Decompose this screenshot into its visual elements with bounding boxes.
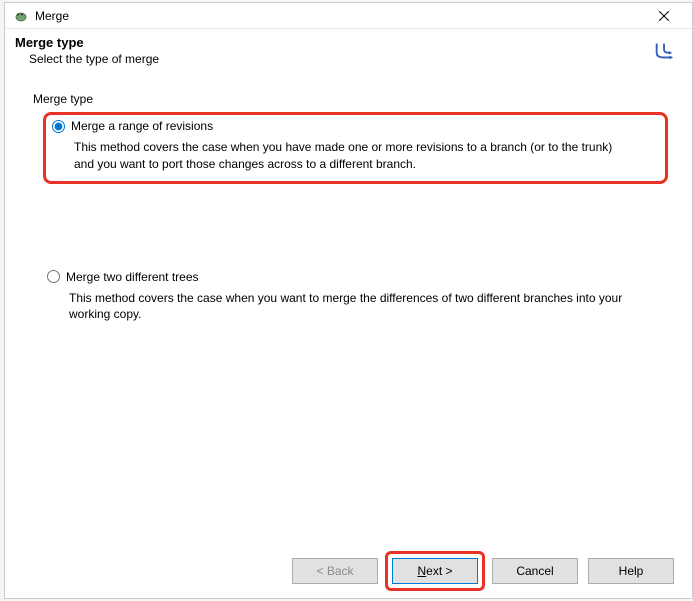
group-label: Merge type	[33, 92, 664, 106]
next-button[interactable]: Next >	[392, 558, 478, 584]
radio-merge-range-label[interactable]: Merge a range of revisions	[71, 119, 213, 133]
merge-icon	[652, 39, 676, 63]
page-subtitle: Select the type of merge	[15, 52, 652, 66]
radio-merge-trees[interactable]	[47, 270, 60, 283]
radio-merge-trees-label[interactable]: Merge two different trees	[66, 270, 199, 284]
highlight-annotation-option: Merge a range of revisions This method c…	[43, 112, 668, 184]
radio-merge-range[interactable]	[52, 120, 65, 133]
close-button[interactable]	[644, 6, 684, 26]
option2-description: This method covers the case when you wan…	[47, 290, 627, 324]
cancel-button[interactable]: Cancel	[492, 558, 578, 584]
option1-description: This method covers the case when you hav…	[52, 139, 632, 173]
highlight-annotation-next: Next >	[385, 551, 485, 591]
merge-wizard-window: Merge Merge type Select the type of merg…	[4, 2, 693, 599]
page-title: Merge type	[15, 35, 652, 50]
titlebar: Merge	[5, 3, 692, 29]
help-button[interactable]: Help	[588, 558, 674, 584]
app-icon	[13, 8, 29, 24]
wizard-content: Merge type Merge a range of revisions Th…	[5, 74, 692, 548]
button-bar: < Back Next > Cancel Help	[5, 548, 692, 598]
wizard-header: Merge type Select the type of merge	[5, 29, 692, 74]
back-button[interactable]: < Back	[292, 558, 378, 584]
titlebar-title: Merge	[35, 9, 644, 23]
